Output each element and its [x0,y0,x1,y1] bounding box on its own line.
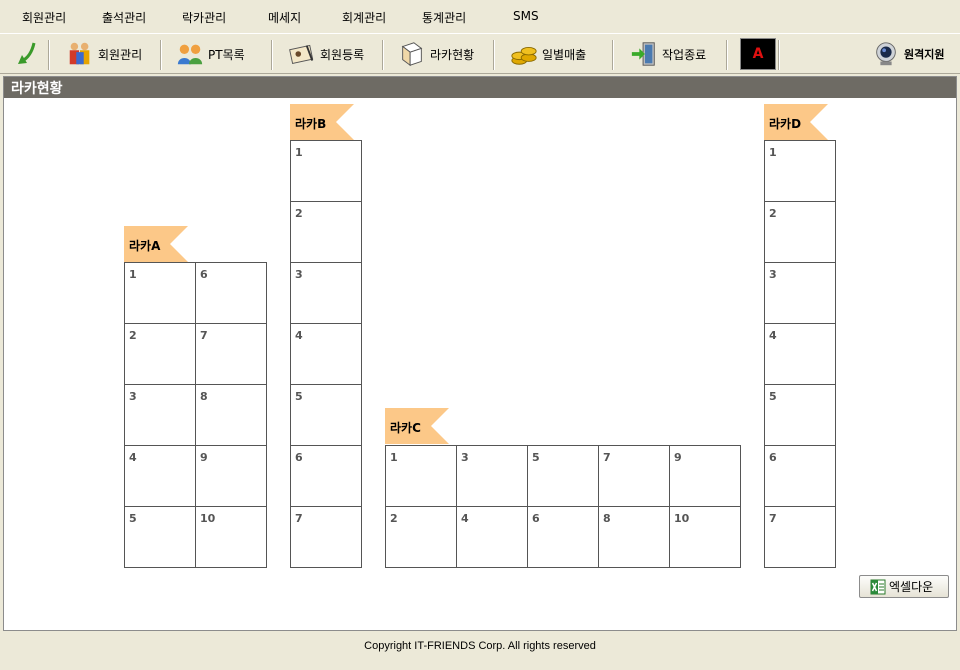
register-card-icon [289,44,314,64]
locker-c-name: 라카C [390,421,421,435]
locker-cell[interactable]: 7 [196,324,267,385]
locker-d-grid: 1 2 3 4 5 6 7 [764,140,836,568]
register-button[interactable]: 회원등록 [288,36,364,72]
remote-support-button[interactable]: 원격지원 [872,36,944,72]
daily-sales-button-label: 일별매출 [542,47,587,62]
excel-download-button[interactable]: 엑셀다운 [859,575,949,598]
locker-b-tag: 라카B [290,104,354,141]
back-button[interactable] [14,36,42,72]
users-group-icon [177,44,203,65]
pt-list-button[interactable]: PT목록 [176,36,245,72]
people-icon [69,42,90,65]
webcam-icon [876,42,896,66]
locker-cell[interactable]: 2 [291,202,362,263]
locker-cell[interactable]: 3 [765,263,836,324]
locker-a-grid: 1 6 2 7 3 8 4 9 5 10 [124,262,267,568]
toolbar: 회원관리 PT목록 회원등록 라카현황 일별매출 작업종료 A 원격지원 [0,33,960,74]
locker-status-button[interactable]: 라카현황 [398,36,474,72]
locker-cell[interactable]: 6 [196,263,267,324]
locker-cell[interactable]: 1 [291,141,362,202]
locker-cell[interactable]: 1 [125,263,196,324]
locker-cell[interactable]: 6 [528,507,599,568]
copyright-footer: Copyright IT-FRIENDS Corp. All rights re… [0,633,960,670]
locker-cell[interactable]: 7 [599,446,670,507]
menu-accounting[interactable]: 회계관리 [342,9,386,26]
panel-title: 라카현황 [4,77,956,98]
green-arrow-icon [18,42,36,64]
a-badge-button[interactable]: A [740,36,776,72]
locker-cell[interactable]: 8 [196,385,267,446]
locker-cell[interactable]: 7 [291,507,362,568]
locker-cell[interactable]: 1 [765,141,836,202]
locker-cell[interactable]: 10 [670,507,741,568]
locker-cell[interactable]: 5 [291,385,362,446]
locker-c-grid: 1 3 5 7 9 2 4 6 8 10 [385,445,741,568]
locker-cell[interactable]: 9 [670,446,741,507]
locker-cell[interactable]: 3 [291,263,362,324]
register-button-label: 회원등록 [320,47,365,62]
locker-cell[interactable]: 5 [528,446,599,507]
locker-cell[interactable]: 2 [386,507,457,568]
remote-support-button-label: 원격지원 [904,48,945,61]
locker-a-name: 라카A [129,239,161,253]
locker-map: 라카A 1 6 2 7 3 8 4 9 5 10 라카B 1 2 3 4 5 6… [4,98,956,630]
locker-cell[interactable]: 2 [765,202,836,263]
daily-sales-button[interactable]: 일별매출 [510,36,586,72]
menu-bar: 회원관리 출석관리 락카관리 메세지 회계관리 통계관리 SMS [0,0,960,33]
menu-member[interactable]: 회원관리 [22,9,66,26]
excel-icon [870,579,886,594]
locker-d-name: 라카D [769,117,802,131]
locker-cell[interactable]: 2 [125,324,196,385]
locker-cell[interactable]: 6 [765,446,836,507]
locker-cell[interactable]: 3 [457,446,528,507]
locker-b-name: 라카B [295,117,327,131]
menu-statistics[interactable]: 통계관리 [422,9,466,26]
locker-c-tag: 라카C [385,408,449,445]
locker-cell[interactable]: 3 [125,385,196,446]
locker-cell[interactable]: 4 [291,324,362,385]
locker-a-tag: 라카A [124,226,188,263]
locker-cell[interactable]: 6 [291,446,362,507]
coins-icon [511,47,537,65]
locker-b-grid: 1 2 3 4 5 6 7 [290,140,362,568]
members-button[interactable]: 회원관리 [66,36,142,72]
locker-cell[interactable]: 5 [765,385,836,446]
locker-cell[interactable]: 7 [765,507,836,568]
locker-cell[interactable]: 10 [196,507,267,568]
locker-status-button-label: 라카현황 [430,47,475,62]
exit-door-icon [631,42,655,66]
locker-cell[interactable]: 9 [196,446,267,507]
locker-d-tag: 라카D [764,104,828,141]
locker-cell[interactable]: 4 [457,507,528,568]
pt-list-button-label: PT목록 [208,47,245,62]
exit-button-label: 작업종료 [662,47,707,62]
a-badge-label: A [752,46,764,62]
locker-cell[interactable]: 8 [599,507,670,568]
menu-message[interactable]: 메세지 [268,9,301,26]
locker-cell[interactable]: 4 [765,324,836,385]
locker-cell[interactable]: 4 [125,446,196,507]
locker-cell[interactable]: 1 [386,446,457,507]
a-badge-icon: A [740,38,776,70]
exit-button[interactable]: 작업종료 [630,36,706,72]
locker-status-panel: 라카현황 라카A 1 6 2 7 3 8 4 9 5 10 라카B 1 2 3 [3,76,957,631]
locker-cell[interactable]: 5 [125,507,196,568]
menu-locker[interactable]: 락카관리 [182,9,226,26]
menu-sms[interactable]: SMS [513,9,539,23]
members-button-label: 회원관리 [98,47,143,62]
menu-attendance[interactable]: 출석관리 [102,9,146,26]
excel-download-label: 엑셀다운 [889,580,934,594]
locker-icon [401,42,423,67]
